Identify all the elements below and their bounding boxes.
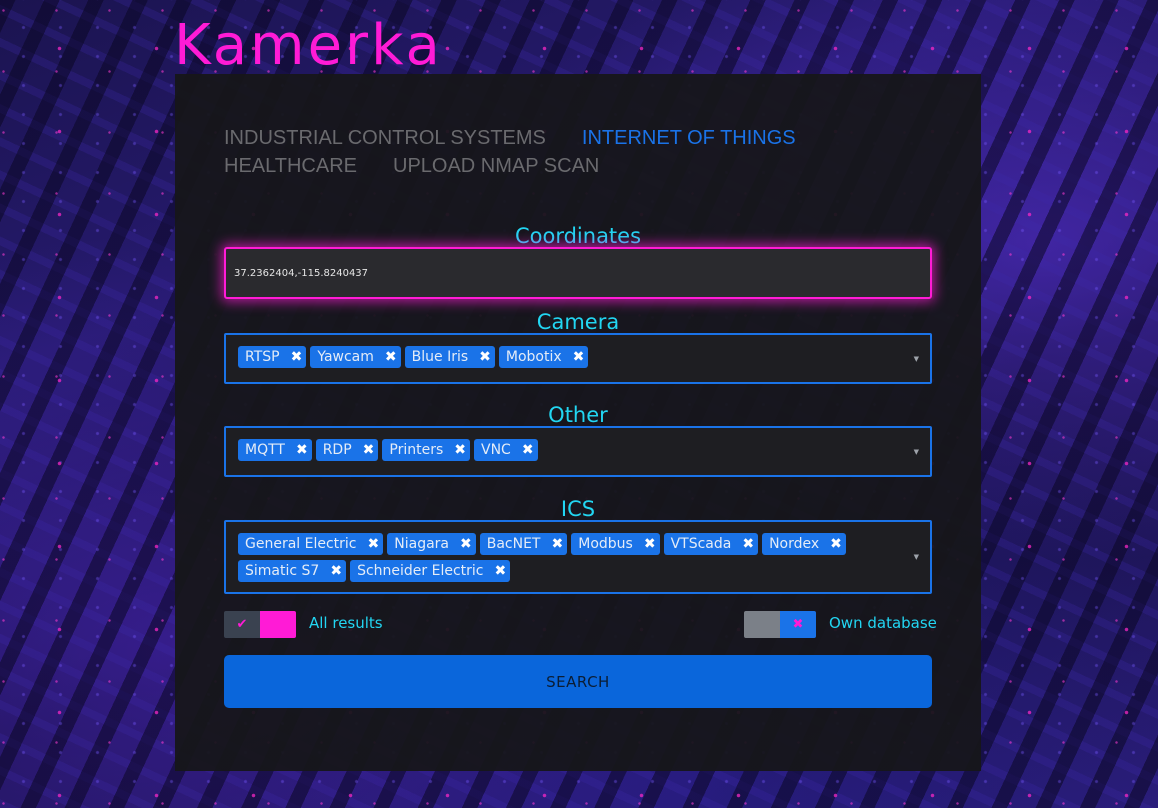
ics-select[interactable]: General Electric ✖ Niagara ✖ BacNET ✖ Modbu…: [224, 520, 932, 594]
tag-chip: Schneider Electric ✖: [350, 560, 511, 582]
dropdown-caret-icon[interactable]: ▼: [914, 448, 919, 456]
dropdown-caret-icon[interactable]: ▼: [914, 553, 919, 561]
tag-chip: RTSP ✖: [238, 346, 307, 368]
other-label: Other: [548, 403, 608, 427]
remove-tag-icon[interactable]: ✖: [494, 563, 506, 579]
tag-chip-label: Mobotix: [505, 349, 562, 365]
other-select[interactable]: MQTT ✖ RDP ✖ Printers ✖ VNC ✖ ▼: [224, 426, 932, 477]
remove-tag-icon[interactable]: ✖: [454, 442, 466, 458]
tag-chip: BacNET ✖: [479, 533, 568, 555]
remove-tag-icon[interactable]: ✖: [368, 536, 380, 552]
camera-select[interactable]: RTSP ✖ Yawcam ✖ Blue Iris ✖ Mobotix ✖ ▼: [224, 333, 932, 384]
own-database-label: Own database: [829, 614, 937, 632]
tag-chip-label: General Electric: [245, 536, 357, 552]
tag-chip-label: RTSP: [245, 349, 280, 365]
toggle-knob: [744, 611, 780, 638]
tab-internet-of-things[interactable]: INTERNET OF THINGS: [582, 126, 796, 150]
tab-healthcare[interactable]: HEALTHCARE: [224, 154, 357, 178]
tag-chip: Yawcam ✖: [310, 346, 401, 368]
tab-upload-nmap-scan[interactable]: UPLOAD NMAP SCAN: [393, 154, 599, 178]
tag-chip: MQTT ✖: [238, 439, 312, 461]
search-panel: INDUSTRIAL CONTROL SYSTEMS INTERNET OF T…: [175, 74, 981, 771]
check-icon: ✔: [224, 611, 260, 638]
tag-chip: Nordex ✖: [762, 533, 846, 555]
tag-chip-label: Yawcam: [317, 349, 374, 365]
tag-chip: Niagara ✖: [387, 533, 476, 555]
tag-chip-label: VNC: [481, 442, 511, 458]
tag-chip: General Electric ✖: [238, 533, 384, 555]
tag-chip-label: Blue Iris: [411, 349, 469, 365]
remove-tag-icon[interactable]: ✖: [479, 349, 491, 365]
tag-chip: VTScada ✖: [663, 533, 759, 555]
tag-chip: Simatic S7 ✖: [238, 560, 347, 582]
camera-label: Camera: [536, 310, 620, 334]
dropdown-caret-icon[interactable]: ▼: [914, 355, 919, 363]
remove-tag-icon[interactable]: ✖: [742, 536, 754, 552]
tag-chip-label: RDP: [322, 442, 352, 458]
remove-tag-icon[interactable]: ✖: [291, 349, 303, 365]
remove-tag-icon[interactable]: ✖: [363, 442, 375, 458]
search-button[interactable]: SEARCH: [224, 655, 932, 708]
coordinates-input[interactable]: [226, 249, 930, 297]
own-database-toggle[interactable]: ✖: [744, 611, 816, 638]
remove-tag-icon[interactable]: ✖: [460, 536, 472, 552]
tab-industrial-control-systems[interactable]: INDUSTRIAL CONTROL SYSTEMS: [224, 126, 546, 150]
tag-chip: Mobotix ✖: [498, 346, 589, 368]
tag-chip-label: MQTT: [245, 442, 285, 458]
remove-tag-icon[interactable]: ✖: [644, 536, 656, 552]
tag-chip-label: Modbus: [578, 536, 633, 552]
tag-chip-label: Nordex: [769, 536, 820, 552]
toggle-knob: [260, 611, 296, 638]
cross-icon: ✖: [780, 611, 816, 638]
tag-chip: Modbus ✖: [571, 533, 660, 555]
tag-chip: VNC ✖: [474, 439, 538, 461]
tag-chip-label: Simatic S7: [245, 563, 320, 579]
tag-chip-label: Printers: [389, 442, 444, 458]
app-logo: Kamerka: [174, 13, 443, 78]
tag-chip: Blue Iris ✖: [404, 346, 495, 368]
all-results-toggle[interactable]: ✔: [224, 611, 296, 638]
remove-tag-icon[interactable]: ✖: [552, 536, 564, 552]
tag-chip-label: Niagara: [394, 536, 449, 552]
remove-tag-icon[interactable]: ✖: [296, 442, 308, 458]
coordinates-label: Coordinates: [514, 224, 642, 248]
remove-tag-icon[interactable]: ✖: [330, 563, 342, 579]
ics-label: ICS: [560, 497, 596, 521]
tag-chip-label: Schneider Electric: [357, 563, 484, 579]
remove-tag-icon[interactable]: ✖: [830, 536, 842, 552]
remove-tag-icon[interactable]: ✖: [385, 349, 397, 365]
tag-chip: Printers ✖: [382, 439, 470, 461]
all-results-label: All results: [309, 614, 383, 632]
tag-chip-label: VTScada: [670, 536, 732, 552]
coordinates-field-wrapper: [224, 247, 932, 299]
remove-tag-icon[interactable]: ✖: [573, 349, 585, 365]
tag-chip: RDP ✖: [315, 439, 379, 461]
tag-chip-label: BacNET: [486, 536, 541, 552]
remove-tag-icon[interactable]: ✖: [522, 442, 534, 458]
category-tabs: INDUSTRIAL CONTROL SYSTEMS INTERNET OF T…: [224, 126, 864, 178]
